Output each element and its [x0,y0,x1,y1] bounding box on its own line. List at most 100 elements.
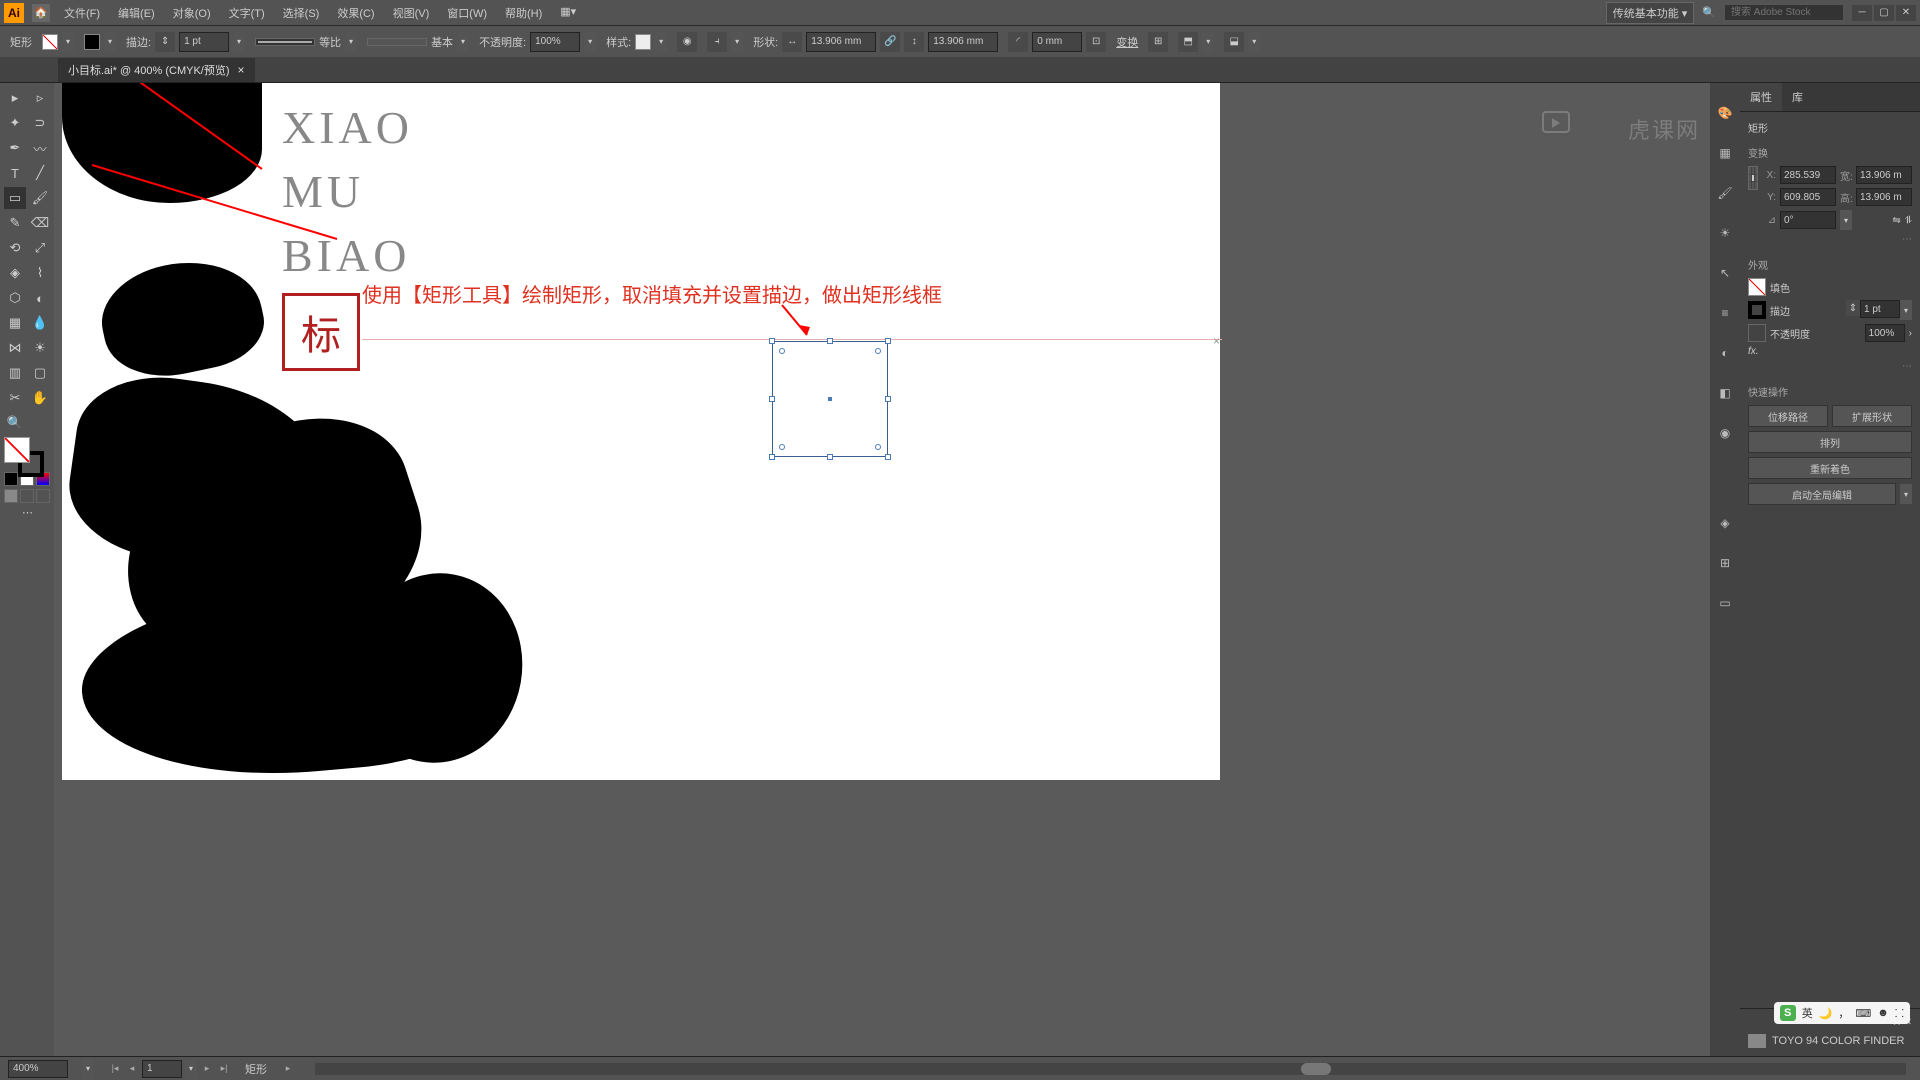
reference-point[interactable] [1748,166,1758,190]
stroke-stepper-icon[interactable]: ⇕ [155,32,175,52]
slice-tool[interactable]: ✂ [4,387,26,409]
flip-v-icon[interactable]: ⥮ [1905,215,1912,226]
profile-dropdown[interactable]: ▾ [345,32,357,52]
appearance-fill-swatch[interactable] [1748,278,1766,296]
ime-moon-icon[interactable]: 🌙 [1819,1007,1833,1020]
brushes-panel-icon[interactable]: 🖌 [1715,183,1735,203]
type-tool[interactable]: T [4,162,26,184]
artboard-last[interactable]: ▸| [217,1062,231,1076]
fill-stroke-control[interactable] [4,437,51,469]
shape-w-input[interactable] [806,32,876,52]
opacity-dropdown[interactable]: ▾ [584,32,596,52]
layers-panel-icon[interactable]: ◈ [1715,513,1735,533]
artboard-number[interactable] [142,1060,182,1078]
window-minimize[interactable]: ─ [1852,5,1872,21]
adobe-stock-search[interactable] [1724,4,1844,21]
screen-mode-row[interactable] [4,489,51,503]
style-dropdown[interactable]: ▾ [655,32,667,52]
ime-punct-icon[interactable]: ， [1838,1005,1849,1021]
symbol-tool[interactable]: ☀ [29,337,51,359]
isolate-icon[interactable]: ⊞ [1148,32,1168,52]
recolor-icon[interactable]: ◉ [677,32,697,52]
document-tab-close[interactable]: × [238,63,245,77]
lasso-tool[interactable]: ⊃ [29,112,51,134]
select-similar-icon[interactable]: ⬓ [1224,32,1244,52]
transform-link[interactable]: 变换 [1116,34,1138,50]
curvature-tool[interactable]: 〰 [29,137,51,159]
appearance-stroke-input[interactable] [1860,300,1900,318]
selected-rectangle[interactable] [772,341,888,457]
transform-angle-input[interactable] [1780,211,1836,229]
transform-y-input[interactable] [1780,188,1836,206]
status-menu[interactable]: ▸ [281,1062,295,1076]
fill-swatch[interactable] [42,34,58,50]
appearance-panel-icon[interactable]: ◉ [1715,423,1735,443]
menu-file[interactable]: 文件(F) [56,2,108,24]
transform-w-input[interactable] [1856,166,1912,184]
rotate-tool[interactable]: ⟲ [4,237,26,259]
magic-wand-tool[interactable]: ✦ [4,112,26,134]
scale-tool[interactable]: ⤢ [29,237,51,259]
btn-arrange[interactable]: 排列 [1748,431,1912,453]
gradient-panel-icon[interactable]: ◐ [1715,343,1735,363]
menu-edit[interactable]: 编辑(E) [110,2,163,24]
tab-libraries[interactable]: 库 [1782,83,1813,111]
asset-panel-icon[interactable]: ⊞ [1715,553,1735,573]
menu-object[interactable]: 对象(O) [165,2,219,24]
angle-dropdown[interactable]: ▾ [1840,210,1852,230]
menu-arrange-icon[interactable]: ▦▾ [552,2,584,24]
pen-tool[interactable]: ✒ [4,137,26,159]
selection-tool[interactable]: ▸ [4,87,26,109]
canvas[interactable]: XIAO MU BIAO 标 使用【矩形工具】绘制矩形，取消填充并设置描边，做出… [54,83,1710,1056]
artboard-dropdown[interactable]: ▾ [185,1059,197,1079]
paintbrush-tool[interactable]: 🖌 [29,187,51,209]
menu-view[interactable]: 视图(V) [385,2,438,24]
global-edit-dropdown[interactable]: ▾ [1900,484,1912,504]
stroke-stepper[interactable]: ⇕ [1846,300,1860,316]
fill-dropdown[interactable]: ▾ [62,32,74,52]
eraser-tool[interactable]: ⌫ [29,212,51,234]
artboard-first[interactable]: |◂ [108,1062,122,1076]
stroke-weight-input[interactable] [179,32,229,52]
ime-keyboard-icon[interactable]: ⌨ [1855,1007,1871,1020]
width-profile[interactable] [255,38,315,46]
btn-recolor[interactable]: 重新着色 [1748,457,1912,479]
menu-help[interactable]: 帮助(H) [497,2,550,24]
menu-type[interactable]: 文字(T) [221,2,273,24]
fx-icon[interactable]: fx. [1748,346,1759,357]
width-tool[interactable]: ◈ [4,262,26,284]
color-panel-icon[interactable]: 🎨 [1715,103,1735,123]
search-icon[interactable]: 🔍 [1702,6,1716,19]
window-maximize[interactable]: ▢ [1874,5,1894,21]
mesh-tool[interactable]: ▦ [4,312,26,334]
blend-tool[interactable]: ⋈ [4,337,26,359]
link-wh-icon[interactable]: 🔗 [880,32,900,52]
appearance-more-icon[interactable]: ⋯ [1748,361,1912,372]
transform-h-input[interactable] [1856,188,1912,206]
rectangle-tool[interactable]: ▭ [4,187,26,209]
ime-toolbar[interactable]: S 英 🌙 ， ⌨ ☻ ⸬ [1774,1002,1910,1024]
stroke-panel-icon[interactable]: ≡ [1715,303,1735,323]
arrange-dropdown[interactable]: ▾ [1202,32,1214,52]
edit-toolbar[interactable]: ⋯ [4,506,51,524]
zoom-level[interactable] [8,1060,68,1078]
h-scrollbar[interactable] [315,1063,1906,1075]
brush-def[interactable] [367,38,427,46]
appearance-stroke-swatch[interactable] [1748,301,1766,319]
menu-effect[interactable]: 效果(C) [329,2,382,24]
cursor-icon[interactable]: ↖ [1715,263,1735,283]
style-swatch[interactable] [635,34,651,50]
swatches-panel-icon[interactable]: ▦ [1715,143,1735,163]
select-similar-dropdown[interactable]: ▾ [1248,32,1260,52]
symbols-panel-icon[interactable]: ☀ [1715,223,1735,243]
pencil-tool[interactable]: ✎ [4,212,26,234]
window-close[interactable]: ✕ [1896,5,1916,21]
shape-h-input[interactable] [928,32,998,52]
shape-builder-tool[interactable]: ⬡ [4,287,26,309]
flip-h-icon[interactable]: ⇋ [1892,215,1900,226]
stroke-weight-dropdown[interactable]: ▾ [233,32,245,52]
home-icon[interactable]: 🏠 [32,4,50,22]
menu-select[interactable]: 选择(S) [275,2,328,24]
direct-selection-tool[interactable]: ▹ [29,87,51,109]
swatch-folder-icon[interactable] [1748,1034,1766,1048]
